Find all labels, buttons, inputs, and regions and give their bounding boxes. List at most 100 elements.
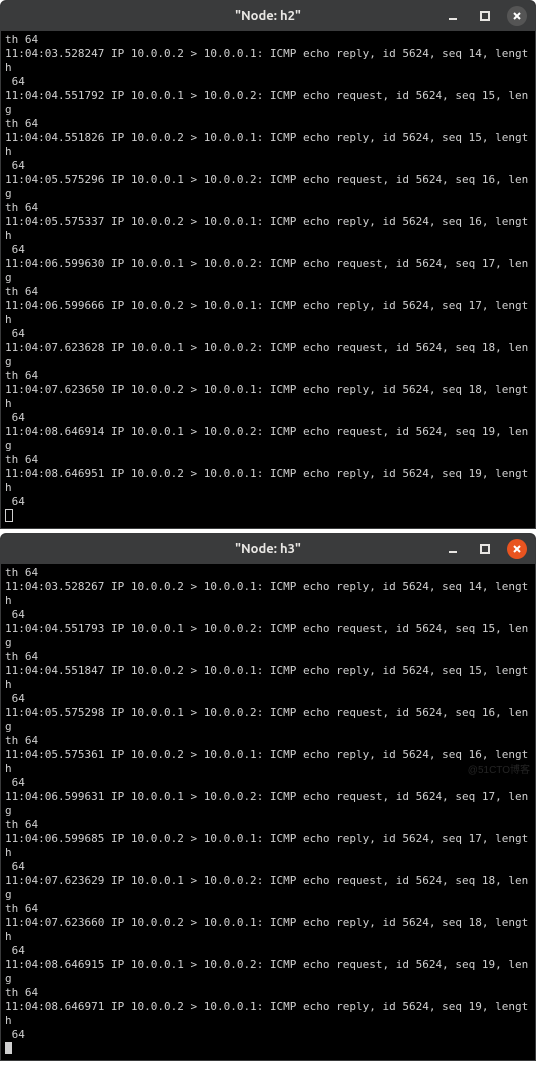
- packet-src: 10.0.0.2: [131, 664, 184, 677]
- packet-line: 11:04:07.623660 IP 10.0.0.2 > 10.0.0.1: …: [5, 916, 531, 958]
- minimize-icon[interactable]: [443, 6, 463, 26]
- packet-id: 5624: [416, 341, 443, 354]
- packet-line: 11:04:07.623629 IP 10.0.0.1 > 10.0.0.2: …: [5, 874, 531, 916]
- maximize-icon[interactable]: [475, 539, 495, 559]
- packet-dst: 10.0.0.2: [204, 706, 257, 719]
- packet-line: 11:04:03.528267 IP 10.0.0.2 > 10.0.0.1: …: [5, 580, 531, 622]
- packet-src: 10.0.0.1: [131, 89, 184, 102]
- packet-id: 5624: [416, 425, 443, 438]
- terminal-output[interactable]: th 6411:04:03.528267 IP 10.0.0.2 > 10.0.…: [1, 564, 535, 1060]
- packet-line: 11:04:08.646914 IP 10.0.0.1 > 10.0.0.2: …: [5, 425, 531, 467]
- packet-src: 10.0.0.2: [131, 832, 184, 845]
- titlebar[interactable]: "Node: h3": [1, 534, 535, 564]
- packet-dst: 10.0.0.2: [204, 173, 257, 186]
- packet-line: 11:04:06.599685 IP 10.0.0.2 > 10.0.0.1: …: [5, 832, 531, 874]
- packet-timestamp: 11:04:05.575298: [5, 706, 104, 719]
- packet-dst: 10.0.0.1: [204, 131, 257, 144]
- packet-type: ICMP echo reply: [270, 383, 369, 396]
- packet-dst: 10.0.0.2: [204, 874, 257, 887]
- minimize-icon[interactable]: [443, 539, 463, 559]
- maximize-icon[interactable]: [475, 6, 495, 26]
- packet-src: 10.0.0.1: [131, 341, 184, 354]
- terminal-output[interactable]: th 6411:04:03.528247 IP 10.0.0.2 > 10.0.…: [1, 31, 535, 528]
- packet-type: ICMP echo request: [270, 622, 383, 635]
- close-icon[interactable]: [507, 6, 527, 26]
- packet-dst: 10.0.0.1: [204, 748, 257, 761]
- packet-seq: 18: [469, 916, 482, 929]
- packet-seq: 15: [469, 131, 482, 144]
- output-line: th 64: [5, 566, 531, 580]
- packet-src: 10.0.0.1: [131, 173, 184, 186]
- packet-seq: 17: [482, 257, 495, 270]
- packet-dst: 10.0.0.2: [204, 341, 257, 354]
- packet-seq: 19: [482, 425, 495, 438]
- packet-type: ICMP echo reply: [270, 47, 369, 60]
- packet-seq: 15: [482, 622, 495, 635]
- packet-dst: 10.0.0.2: [204, 622, 257, 635]
- packet-id: 5624: [402, 748, 429, 761]
- packet-src: 10.0.0.2: [131, 47, 184, 60]
- packet-id: 5624: [416, 790, 443, 803]
- packet-timestamp: 11:04:06.599666: [5, 299, 104, 312]
- packet-seq: 17: [469, 299, 482, 312]
- terminal-window: "Node: h3"th 6411:04:03.528267 IP 10.0.0…: [0, 533, 536, 1061]
- packet-timestamp: 11:04:07.623628: [5, 341, 104, 354]
- packet-src: 10.0.0.1: [131, 425, 184, 438]
- packet-type: ICMP echo request: [270, 257, 383, 270]
- packet-timestamp: 11:04:08.646951: [5, 467, 104, 480]
- packet-id: 5624: [402, 580, 429, 593]
- packet-dst: 10.0.0.2: [204, 790, 257, 803]
- packet-type: ICMP echo request: [270, 173, 383, 186]
- packet-seq: 16: [469, 215, 482, 228]
- packet-line: 11:04:08.646915 IP 10.0.0.1 > 10.0.0.2: …: [5, 958, 531, 1000]
- packet-dst: 10.0.0.1: [204, 1000, 257, 1013]
- packet-id: 5624: [416, 622, 443, 635]
- packet-timestamp: 11:04:08.646915: [5, 958, 104, 971]
- packet-id: 5624: [402, 215, 429, 228]
- packet-seq: 18: [482, 341, 495, 354]
- packet-seq: 19: [482, 958, 495, 971]
- packet-timestamp: 11:04:05.575361: [5, 748, 104, 761]
- packet-line: 11:04:04.551793 IP 10.0.0.1 > 10.0.0.2: …: [5, 622, 531, 664]
- packet-src: 10.0.0.1: [131, 257, 184, 270]
- window-controls: [443, 539, 527, 559]
- packet-seq: 18: [482, 874, 495, 887]
- packet-type: ICMP echo request: [270, 790, 383, 803]
- packet-src: 10.0.0.2: [131, 215, 184, 228]
- packet-type: ICMP echo request: [270, 341, 383, 354]
- packet-timestamp: 11:04:05.575337: [5, 215, 104, 228]
- packet-dst: 10.0.0.2: [204, 89, 257, 102]
- packet-seq: 17: [482, 790, 495, 803]
- packet-src: 10.0.0.2: [131, 299, 184, 312]
- packet-src: 10.0.0.2: [131, 383, 184, 396]
- packet-line: 11:04:04.551826 IP 10.0.0.2 > 10.0.0.1: …: [5, 131, 531, 173]
- close-icon[interactable]: [507, 539, 527, 559]
- packet-seq: 16: [482, 173, 495, 186]
- terminal-window: "Node: h2"th 6411:04:03.528247 IP 10.0.0…: [0, 0, 536, 529]
- packet-dst: 10.0.0.2: [204, 257, 257, 270]
- packet-src: 10.0.0.1: [131, 958, 184, 971]
- terminal-cursor: [5, 509, 13, 522]
- packet-dst: 10.0.0.1: [204, 832, 257, 845]
- packet-src: 10.0.0.2: [131, 467, 184, 480]
- packet-id: 5624: [402, 467, 429, 480]
- packet-type: ICMP echo reply: [270, 467, 369, 480]
- packet-timestamp: 11:04:03.528267: [5, 580, 104, 593]
- packet-seq: 14: [469, 580, 482, 593]
- packet-line: 11:04:06.599666 IP 10.0.0.2 > 10.0.0.1: …: [5, 299, 531, 341]
- packet-type: ICMP echo reply: [270, 131, 369, 144]
- packet-src: 10.0.0.1: [131, 790, 184, 803]
- packet-seq: 14: [469, 47, 482, 60]
- packet-type: ICMP echo reply: [270, 299, 369, 312]
- packet-timestamp: 11:04:03.528247: [5, 47, 104, 60]
- packet-dst: 10.0.0.2: [204, 958, 257, 971]
- packet-dst: 10.0.0.1: [204, 383, 257, 396]
- titlebar[interactable]: "Node: h2": [1, 1, 535, 31]
- packet-type: ICMP echo reply: [270, 215, 369, 228]
- packet-timestamp: 11:04:04.551793: [5, 622, 104, 635]
- packet-dst: 10.0.0.1: [204, 580, 257, 593]
- packet-timestamp: 11:04:07.623629: [5, 874, 104, 887]
- packet-line: 11:04:05.575337 IP 10.0.0.2 > 10.0.0.1: …: [5, 215, 531, 257]
- packet-line: 11:04:04.551847 IP 10.0.0.2 > 10.0.0.1: …: [5, 664, 531, 706]
- packet-line: 11:04:05.575361 IP 10.0.0.2 > 10.0.0.1: …: [5, 748, 531, 790]
